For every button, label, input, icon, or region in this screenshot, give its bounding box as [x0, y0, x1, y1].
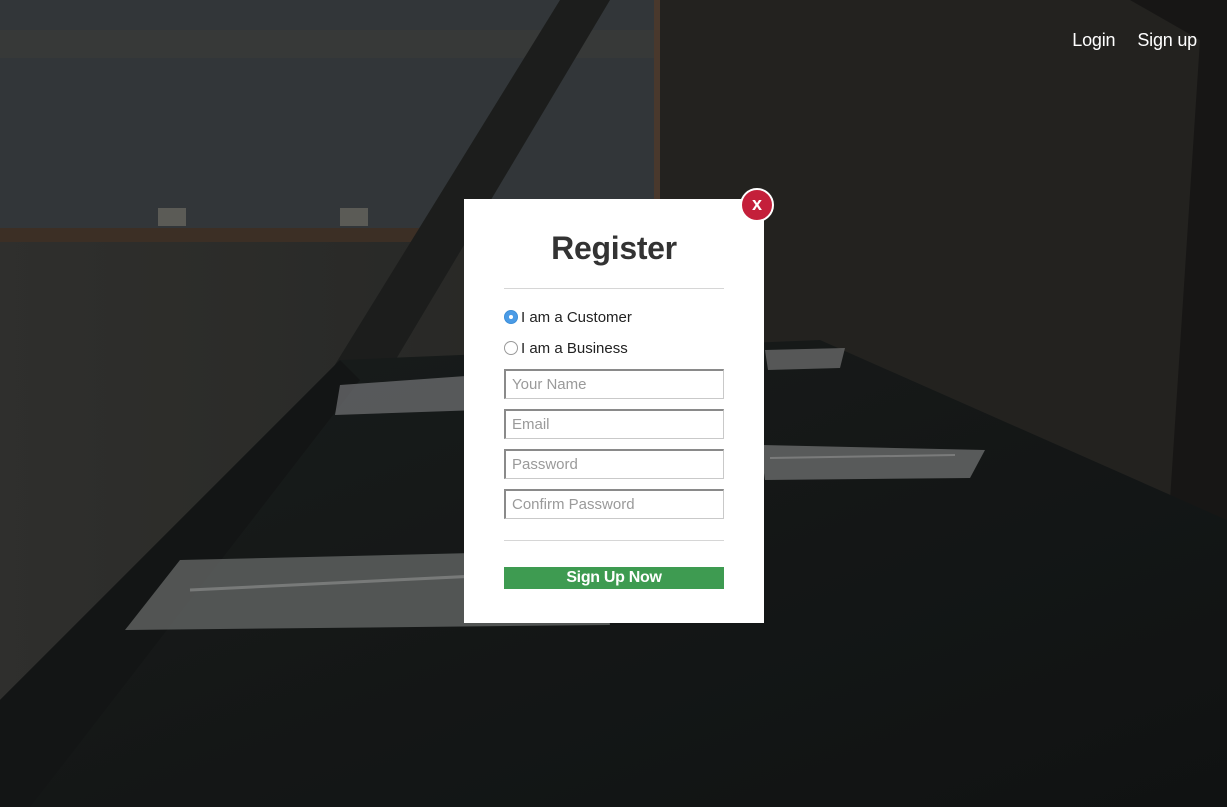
divider: [504, 540, 724, 541]
divider: [504, 288, 724, 289]
radio-unchecked-icon[interactable]: [504, 341, 518, 355]
radio-business-label: I am a Business: [521, 339, 628, 357]
radio-checked-icon[interactable]: [504, 310, 518, 324]
radio-customer[interactable]: I am a Customer: [504, 307, 724, 327]
sign-up-button[interactable]: Sign Up Now: [504, 567, 724, 589]
confirm-password-input[interactable]: [504, 489, 724, 519]
radio-customer-label: I am a Customer: [521, 308, 632, 326]
top-nav: Login Sign up: [1072, 30, 1197, 51]
register-modal: x Register I am a Customer I am a Busine…: [464, 188, 774, 623]
login-link[interactable]: Login: [1072, 30, 1115, 51]
modal-title: Register: [551, 230, 677, 266]
name-input[interactable]: [504, 369, 724, 399]
password-input[interactable]: [504, 449, 724, 479]
close-button[interactable]: x: [740, 188, 774, 222]
radio-business[interactable]: I am a Business: [504, 338, 724, 358]
signup-link[interactable]: Sign up: [1137, 30, 1197, 51]
email-input[interactable]: [504, 409, 724, 439]
